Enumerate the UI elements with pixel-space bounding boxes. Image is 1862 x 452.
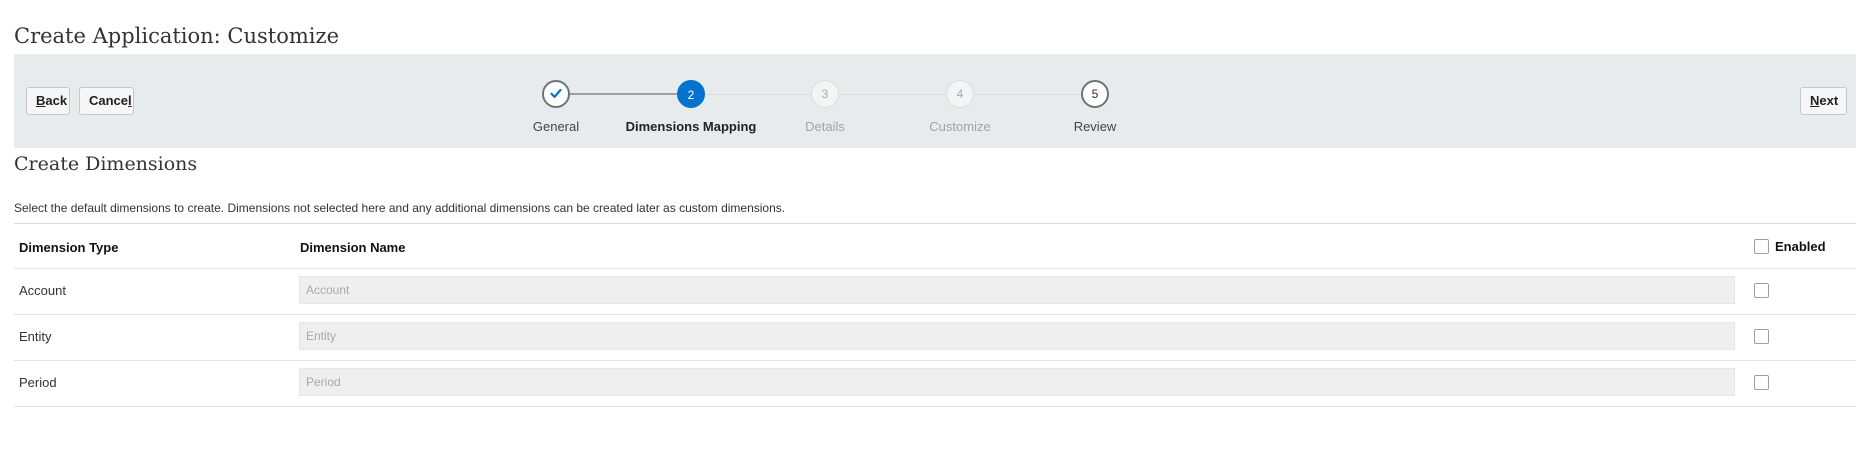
section-title: Create Dimensions <box>14 153 198 175</box>
dimensions-table: Dimension Type Dimension Name Enabled Ac… <box>14 223 1856 407</box>
train-stop-dimensions-mapping[interactable]: 2 <box>677 80 705 108</box>
train-connector-3 <box>840 94 960 95</box>
page-title: Create Application: Customize <box>14 24 340 48</box>
train-stop-review[interactable]: 5 <box>1081 80 1109 108</box>
train-stop-general[interactable] <box>542 80 570 108</box>
train-bar: Back Cancel 2 3 4 5 General Dimensions M… <box>14 54 1856 148</box>
column-header-enabled: Enabled <box>1754 238 1826 256</box>
column-header-dimension-name: Dimension Name <box>300 240 406 255</box>
column-header-dimension-type: Dimension Type <box>19 240 119 255</box>
train-stop-customize: 4 <box>946 80 974 108</box>
next-label-rest: ext <box>1819 93 1839 108</box>
train-label-review[interactable]: Review <box>1015 119 1175 134</box>
create-application-page: Create Application: Customize Back Cance… <box>0 0 1862 452</box>
enabled-checkbox-account[interactable] <box>1754 283 1769 298</box>
step-train: 2 3 4 5 General Dimensions Mapping Detai… <box>14 54 1856 148</box>
enabled-checkbox-period[interactable] <box>1754 375 1769 390</box>
enabled-select-all-checkbox[interactable] <box>1754 239 1769 255</box>
dimension-name-input-entity[interactable]: Entity <box>299 322 1735 350</box>
column-header-enabled-label: Enabled <box>1775 239 1826 255</box>
train-connector-4 <box>974 94 1094 95</box>
train-connector-1 <box>556 93 690 95</box>
next-button[interactable]: Next <box>1800 87 1847 115</box>
dimension-name-input-account[interactable]: Account <box>299 276 1735 304</box>
checkmark-icon <box>550 88 562 98</box>
next-mnemonic: N <box>1810 93 1820 108</box>
dimension-type-cell: Entity <box>19 329 52 344</box>
train-stop-details: 3 <box>811 80 839 108</box>
table-row-account: Account Account <box>14 268 1856 314</box>
table-header-row: Dimension Type Dimension Name Enabled <box>14 223 1856 268</box>
instructions-text: Select the default dimensions to create.… <box>14 201 786 215</box>
enabled-checkbox-entity[interactable] <box>1754 329 1769 344</box>
table-row-period: Period Period <box>14 360 1856 407</box>
dimension-name-input-period[interactable]: Period <box>299 368 1735 396</box>
train-connector-2 <box>704 94 824 95</box>
dimension-type-cell: Account <box>19 283 66 298</box>
table-row-entity: Entity Entity <box>14 314 1856 360</box>
dimension-type-cell: Period <box>19 375 57 390</box>
